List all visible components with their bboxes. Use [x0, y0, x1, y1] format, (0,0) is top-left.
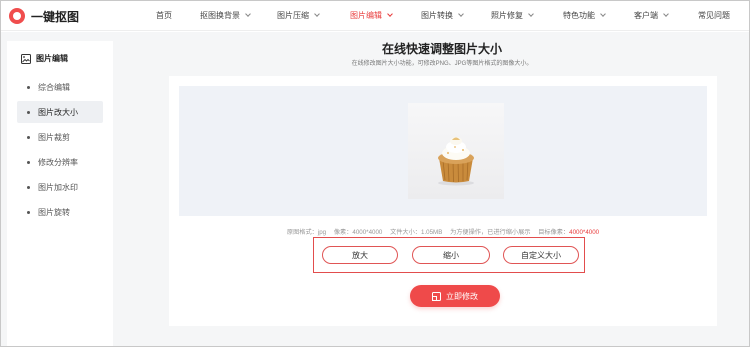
nav-item-label: 常见问题	[698, 11, 730, 20]
nav-item-2[interactable]: 图片压缩	[277, 10, 320, 21]
chevron-down-icon	[458, 11, 464, 17]
sidebar-item-1[interactable]: 图片改大小	[17, 101, 103, 123]
sidebar-item-label: 综合编辑	[38, 82, 70, 92]
sidebar-item-label: 图片加水印	[38, 182, 78, 192]
enlarge-button[interactable]: 放大	[322, 246, 398, 264]
page-subtitle: 在线修改图片大小功能，可修改PNG、JPG等图片格式的图像大小。	[351, 61, 533, 67]
sidebar-item-3[interactable]: 修改分辨率	[17, 151, 103, 173]
nav-item-8[interactable]: 常见问题	[698, 10, 730, 21]
image-info-line: 原图格式：jpg 像素：4000*4000 文件大小：1.05MB 为方便操作，…	[179, 227, 707, 236]
shrink-button[interactable]: 缩小	[412, 246, 490, 264]
sidebar: 图片编辑 综合编辑图片改大小图片裁剪修改分辨率图片加水印图片旋转	[7, 41, 113, 346]
bullet-icon	[27, 135, 30, 139]
bullet-icon	[27, 210, 30, 214]
sidebar-item-label: 图片裁剪	[38, 132, 70, 142]
nav-item-1[interactable]: 抠图换背景	[200, 10, 251, 21]
nav-item-label: 特色功能	[563, 11, 595, 20]
bullet-icon	[27, 85, 30, 89]
logo-text: 一键抠图	[31, 9, 80, 24]
nav-item-label: 首页	[156, 11, 172, 20]
sidebar-heading-label: 图片编辑	[36, 54, 68, 63]
chevron-down-icon	[600, 11, 606, 17]
info-filesize: 文件大小：1.05MB	[390, 229, 443, 236]
cupcake-illustration	[438, 137, 474, 186]
info-target-value: 4000*4000	[569, 229, 600, 236]
bullet-icon	[27, 160, 30, 164]
nav-item-5[interactable]: 照片修复	[491, 10, 534, 21]
nav-item-7[interactable]: 客户端	[634, 10, 669, 21]
info-note: 为方便操作，已进行缩小展示	[450, 229, 531, 236]
nav-item-label: 抠图换背景	[200, 11, 240, 20]
nav-item-6[interactable]: 特色功能	[563, 10, 606, 21]
bullet-icon	[27, 110, 30, 114]
info-pixels: 像素：4000*4000	[333, 229, 383, 236]
chevron-down-icon	[245, 11, 251, 17]
nav-item-label: 图片转换	[421, 11, 453, 20]
info-format: 原图格式：jpg	[286, 229, 327, 236]
nav-item-4[interactable]: 图片转换	[421, 10, 464, 21]
nav-item-label: 图片压缩	[277, 11, 309, 20]
sidebar-item-5[interactable]: 图片旋转	[17, 201, 103, 223]
nav-item-label: 客户端	[634, 11, 658, 20]
sidebar-item-2[interactable]: 图片裁剪	[17, 126, 103, 148]
logo-icon	[9, 8, 25, 24]
sidebar-item-label: 图片改大小	[38, 107, 78, 117]
chevron-down-icon	[314, 11, 320, 17]
nav-item-label: 图片编辑	[350, 11, 382, 20]
bullet-icon	[27, 185, 30, 189]
resize-icon	[432, 291, 441, 301]
sidebar-item-4[interactable]: 图片加水印	[17, 176, 103, 198]
apply-changes-button[interactable]: 立即修改	[410, 285, 500, 307]
apply-changes-label: 立即修改	[446, 291, 478, 301]
top-navigation-bar: 一键抠图 首页 抠图换背景 图片压缩 图片编辑 图片转换 照片修复 特色功能 客户端 常见问题	[1, 1, 749, 31]
sidebar-item-label: 修改分辨率	[38, 157, 78, 167]
nav-item-0[interactable]: 首页	[156, 10, 172, 21]
image-edit-icon	[21, 53, 31, 64]
sidebar-item-0[interactable]: 综合编辑	[17, 76, 103, 98]
nav-item-label: 照片修复	[491, 11, 523, 20]
logo[interactable]: 一键抠图	[9, 8, 79, 24]
cupcake-image	[408, 103, 504, 199]
info-target-label: 目标像素：	[538, 229, 570, 236]
sidebar-heading: 图片编辑	[21, 53, 68, 64]
chevron-down-icon	[528, 11, 534, 17]
sidebar-item-label: 图片旋转	[38, 207, 70, 217]
chevron-down-icon	[387, 11, 393, 17]
chevron-down-icon	[663, 11, 669, 17]
page-title: 在线快速调整图片大小	[381, 42, 502, 56]
custom-size-button[interactable]: 自定义大小	[503, 246, 579, 264]
nav-item-3[interactable]: 图片编辑	[350, 10, 393, 21]
